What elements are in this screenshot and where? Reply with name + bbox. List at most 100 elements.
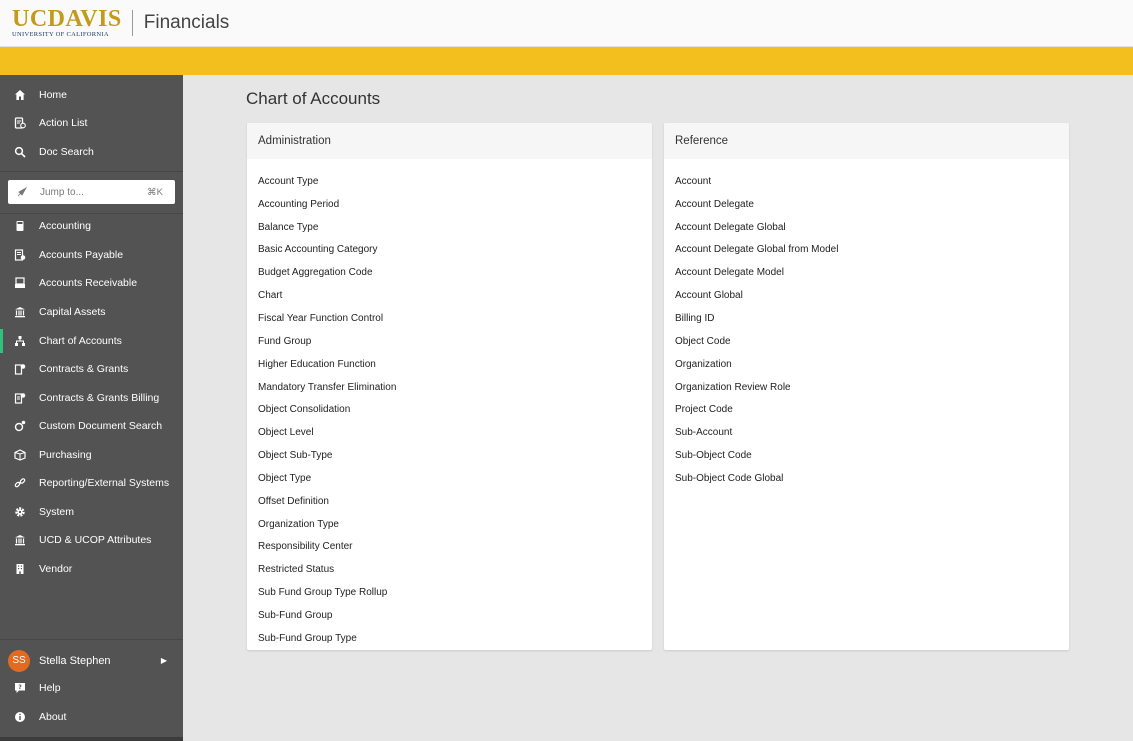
sidebar-item-about[interactable]: About [0, 703, 183, 731]
link-object-code[interactable]: Object Code [675, 330, 838, 353]
logo-subtitle: UNIVERSITY OF CALIFORNIA [12, 31, 109, 39]
link-object-level[interactable]: Object Level [258, 421, 396, 444]
link-account-type[interactable]: Account Type [258, 170, 396, 193]
link-account-delegate-global-from-model[interactable]: Account Delegate Global from Model [675, 239, 838, 262]
page-title: Chart of Accounts [246, 89, 381, 108]
link-offset-definition[interactable]: Offset Definition [258, 490, 396, 513]
link-fiscal-year-function-control[interactable]: Fiscal Year Function Control [258, 307, 396, 330]
header-divider [131, 10, 133, 36]
sidebar-item-label: Purchasing [39, 449, 92, 461]
sidebar-item-accounting[interactable]: Accounting [0, 212, 183, 240]
link-sub-object-code[interactable]: Sub-Object Code [675, 444, 838, 467]
sidebar-item-accounts-receivable[interactable]: Accounts Receivable [0, 269, 183, 297]
institution-icon [14, 534, 26, 546]
grants-billing-icon [14, 392, 26, 404]
link-account-global[interactable]: Account Global [675, 284, 838, 307]
home-icon [14, 89, 26, 101]
gold-banner [0, 47, 1133, 75]
link-organization-type[interactable]: Organization Type [258, 513, 396, 536]
sidebar-item-purchasing[interactable]: Purchasing [0, 441, 183, 469]
sidebar-item-chart-of-accounts[interactable]: Chart of Accounts [0, 327, 183, 355]
link-icon [14, 477, 26, 489]
sidebar-item-label: About [39, 711, 67, 723]
link-account-delegate-model[interactable]: Account Delegate Model [675, 261, 838, 284]
link-budget-aggregation-code[interactable]: Budget Aggregation Code [258, 261, 396, 284]
link-mandatory-transfer-elimination[interactable]: Mandatory Transfer Elimination [258, 376, 396, 399]
link-sub-account[interactable]: Sub-Account [675, 421, 838, 444]
sidebar-item-doc-search[interactable]: Doc Search [0, 138, 183, 166]
sidebar-item-contracts-grants-billing[interactable]: Contracts & Grants Billing [0, 384, 183, 412]
ucdavis-logo[interactable]: UCDAVIS UNIVERSITY OF CALIFORNIA [12, 7, 122, 39]
link-account[interactable]: Account [675, 170, 838, 193]
link-organization[interactable]: Organization [675, 353, 838, 376]
sidebar-item-label: Contracts & Grants Billing [39, 392, 160, 404]
app-header: UCDAVIS UNIVERSITY OF CALIFORNIA Financi… [0, 0, 1133, 47]
link-higher-education-function[interactable]: Higher Education Function [258, 353, 396, 376]
sidebar-item-home[interactable]: Home [0, 81, 183, 109]
action-list-icon [14, 117, 26, 129]
link-billing-id[interactable]: Billing ID [675, 307, 838, 330]
link-object-consolidation[interactable]: Object Consolidation [258, 398, 396, 421]
link-balance-type[interactable]: Balance Type [258, 216, 396, 239]
sidebar-item-label: Home [39, 89, 68, 101]
sidebar-item-label: Accounts Receivable [39, 277, 138, 289]
link-project-code[interactable]: Project Code [675, 398, 838, 421]
link-accounting-period[interactable]: Accounting Period [258, 193, 396, 216]
sidebar-item-label: Accounting [39, 220, 91, 232]
bank-icon [14, 306, 26, 318]
sidebar-item-label: UCD & UCOP Attributes [39, 534, 152, 546]
user-menu[interactable]: SS Stella Stephen ▶ [0, 647, 183, 674]
jump-to-input[interactable]: Jump to... ⌘K [8, 180, 175, 204]
administration-card: Administration Account Type Accounting Pe… [247, 123, 652, 650]
link-fund-group[interactable]: Fund Group [258, 330, 396, 353]
document-search-icon [14, 420, 26, 432]
sidebar-item-custom-document-search[interactable]: Custom Document Search [0, 412, 183, 440]
link-sub-fund-group-type[interactable]: Sub-Fund Group Type [258, 627, 396, 650]
sidebar-divider [0, 639, 183, 640]
sidebar: Home Action List Doc Search Jump to... ⌘… [0, 75, 183, 741]
sitemap-icon [14, 335, 26, 347]
sidebar-item-label: Accounts Payable [39, 249, 124, 261]
building-icon [14, 563, 26, 575]
link-chart[interactable]: Chart [258, 284, 396, 307]
sidebar-divider [0, 171, 183, 172]
link-sub-object-code-global[interactable]: Sub-Object Code Global [675, 467, 838, 490]
rocket-icon [17, 187, 27, 197]
link-account-delegate[interactable]: Account Delegate [675, 193, 838, 216]
sidebar-item-contracts-grants[interactable]: Contracts & Grants [0, 355, 183, 383]
link-sub-fund-group-type-rollup[interactable]: Sub Fund Group Type Rollup [258, 581, 396, 604]
link-sub-fund-group[interactable]: Sub-Fund Group [258, 604, 396, 627]
link-object-sub-type[interactable]: Object Sub-Type [258, 444, 396, 467]
user-name: Stella Stephen [39, 654, 111, 667]
link-organization-review-role[interactable]: Organization Review Role [675, 376, 838, 399]
link-account-delegate-global[interactable]: Account Delegate Global [675, 216, 838, 239]
sidebar-item-system[interactable]: System [0, 498, 183, 526]
search-icon [14, 146, 26, 158]
sidebar-item-vendor[interactable]: Vendor [0, 555, 183, 583]
chevron-right-icon: ▶ [160, 656, 167, 665]
avatar: SS [8, 649, 30, 672]
sidebar-item-reporting-external-systems[interactable]: Reporting/External Systems [0, 469, 183, 497]
app-title: Financials [143, 12, 230, 33]
link-restricted-status[interactable]: Restricted Status [258, 558, 396, 581]
gear-icon [14, 506, 26, 518]
sidebar-item-capital-assets[interactable]: Capital Assets [0, 298, 183, 326]
grants-icon [14, 363, 26, 375]
sidebar-item-label: Help [39, 682, 61, 694]
reference-links: Account Account Delegate Account Delegate … [675, 170, 838, 490]
sidebar-item-help[interactable]: ? Help [0, 674, 183, 702]
card-title: Administration [247, 123, 652, 159]
receivable-icon [14, 277, 26, 289]
calculator-icon [14, 220, 26, 232]
sidebar-item-ucd-ucop-attributes[interactable]: UCD & UCOP Attributes [0, 526, 183, 554]
sidebar-item-label: Vendor [39, 563, 73, 575]
payable-icon [14, 249, 26, 261]
sidebar-item-label: Contracts & Grants [39, 363, 129, 375]
link-responsibility-center[interactable]: Responsibility Center [258, 536, 396, 559]
sidebar-item-accounts-payable[interactable]: Accounts Payable [0, 241, 183, 269]
sidebar-item-action-list[interactable]: Action List [0, 109, 183, 137]
link-object-type[interactable]: Object Type [258, 467, 396, 490]
keyboard-shortcut: ⌘K [147, 186, 163, 198]
sidebar-item-label: System [39, 506, 75, 518]
link-basic-accounting-category[interactable]: Basic Accounting Category [258, 239, 396, 262]
